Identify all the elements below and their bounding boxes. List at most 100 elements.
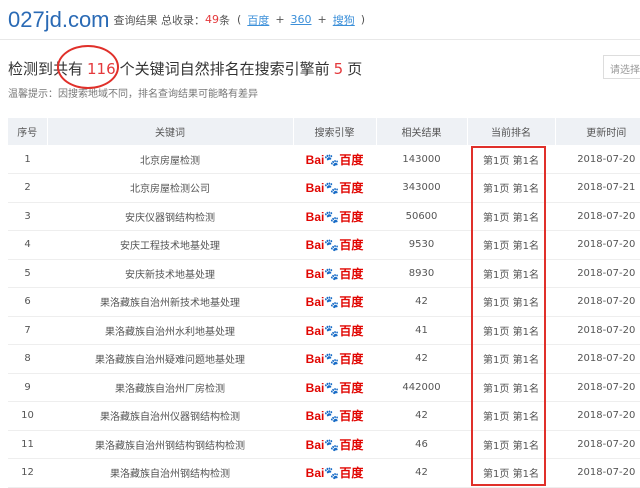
row-updated: 2018-07-20: [555, 458, 640, 488]
row-index: 6: [8, 287, 47, 317]
plus: +: [275, 13, 285, 26]
row-keyword: 果洛藏族自治州钢结构检测: [47, 458, 293, 488]
baidu-paw-icon: 🐾: [324, 266, 340, 281]
baidu-logo: Bai🐾百度: [306, 409, 364, 423]
row-index: 2: [8, 173, 47, 203]
logo-text: Bai: [305, 380, 325, 395]
baidu-paw-icon: 🐾: [324, 352, 340, 367]
logo-text: Bai: [305, 409, 325, 424]
row-results: 42: [376, 401, 467, 431]
row-engine: Bai🐾百度: [293, 373, 376, 402]
baidu-paw-icon: 🐾: [324, 295, 340, 310]
baidu-logo: Bai🐾百度: [306, 238, 364, 252]
logo-text: Bai: [305, 323, 325, 338]
logo-text-cn: 百度: [339, 380, 364, 395]
logo-text: Bai: [305, 152, 325, 167]
page-count: 5: [333, 60, 344, 78]
logo-text-cn: 百度: [339, 152, 364, 167]
row-engine: Bai🐾百度: [293, 230, 376, 260]
baidu-logo: Bai🐾百度: [306, 466, 364, 480]
tip-text: 温馨提示：因搜索地域不同，排名查询结果可能略有差异: [8, 89, 258, 100]
baidu-logo: Bai🐾百度: [306, 438, 364, 452]
row-keyword: 安庆仪器钢结构检测: [47, 202, 293, 231]
row-updated: 2018-07-20: [555, 259, 640, 288]
baidu-paw-icon: 🐾: [324, 323, 340, 338]
row-results: 41: [376, 316, 467, 345]
row-index: 10: [8, 401, 47, 431]
row-keyword: 果洛藏族自治州钢结构钢结构检测: [47, 430, 293, 459]
total-unit: 条: [219, 13, 231, 27]
engine-select[interactable]: 请选择: [603, 55, 640, 79]
row-results: 50600: [376, 202, 467, 231]
plus: +: [317, 13, 327, 26]
summary-middle: 个关键词自然排名在搜索引擎前: [119, 60, 330, 78]
baidu-paw-icon: 🐾: [324, 466, 340, 481]
baidu-paw-icon: 🐾: [324, 181, 340, 196]
col-index: 序号: [8, 118, 48, 145]
logo-text-cn: 百度: [339, 323, 364, 338]
logo-text: Bai: [305, 209, 325, 224]
col-keyword: 关键词: [47, 118, 294, 145]
col-engine: 搜索引擎: [293, 118, 377, 145]
row-updated: 2018-07-20: [555, 401, 640, 431]
row-keyword: 果洛藏族自治州疑难问题地基处理: [47, 344, 293, 374]
logo-text-cn: 百度: [339, 238, 364, 253]
row-engine: Bai🐾百度: [293, 259, 376, 288]
row-updated: 2018-07-20: [555, 202, 640, 231]
baidu-logo: Bai🐾百度: [306, 181, 364, 195]
logo-text-cn: 百度: [339, 266, 364, 281]
baidu-logo: Bai🐾百度: [306, 352, 364, 366]
row-updated: 2018-07-20: [555, 344, 640, 374]
row-index: 1: [8, 145, 47, 174]
col-rank: 当前排名: [467, 118, 556, 145]
logo-text-cn: 百度: [339, 352, 364, 367]
row-keyword: 安庆工程技术地基处理: [47, 230, 293, 260]
site-logo[interactable]: 027jd.com: [8, 7, 110, 33]
row-engine: Bai🐾百度: [293, 430, 376, 459]
logo-text-cn: 百度: [339, 209, 364, 224]
row-updated: 2018-07-20: [555, 230, 640, 260]
total-count: 49: [205, 13, 220, 26]
baidu-logo: Bai🐾百度: [306, 381, 364, 395]
logo-text: Bai: [305, 466, 325, 481]
baidu-paw-icon: 🐾: [324, 152, 340, 167]
link-sogou[interactable]: 搜狗: [333, 12, 355, 28]
header-bar: 027jd.com 查询结果 总收录： 49 条 ( 百度 + 360 + 搜狗…: [0, 0, 640, 40]
query-label: 查询结果: [113, 13, 158, 27]
row-updated: 2018-07-21: [555, 173, 640, 203]
link-360[interactable]: 360: [291, 13, 312, 26]
logo-text: Bai: [305, 181, 325, 196]
baidu-paw-icon: 🐾: [324, 437, 340, 452]
row-index: 8: [8, 344, 47, 374]
link-baidu[interactable]: 百度: [247, 12, 269, 28]
row-results: 8930: [376, 259, 467, 288]
paren-open: (: [237, 13, 242, 26]
row-results: 42: [376, 458, 467, 488]
row-index: 11: [8, 430, 47, 459]
baidu-paw-icon: 🐾: [324, 238, 340, 253]
logo-text: Bai: [305, 437, 325, 452]
baidu-paw-icon: 🐾: [324, 380, 340, 395]
row-keyword: 果洛藏族自治州厂房检测: [47, 373, 293, 402]
row-engine: Bai🐾百度: [293, 145, 376, 174]
row-results: 143000: [376, 145, 467, 174]
row-results: 9530: [376, 230, 467, 260]
row-index: 9: [8, 373, 47, 402]
row-keyword: 果洛藏族自治州新技术地基处理: [47, 287, 293, 317]
row-index: 3: [8, 202, 47, 231]
row-results: 42: [376, 344, 467, 374]
row-engine: Bai🐾百度: [293, 344, 376, 374]
logo-text-cn: 百度: [339, 295, 364, 310]
row-keyword: 北京房屋检测公司: [47, 173, 293, 203]
row-engine: Bai🐾百度: [293, 173, 376, 203]
row-updated: 2018-07-20: [555, 316, 640, 345]
summary-suffix: 页: [347, 60, 363, 78]
row-results: 46: [376, 430, 467, 459]
col-updated: 更新时间: [555, 118, 640, 145]
baidu-logo: Bai🐾百度: [306, 210, 364, 224]
row-engine: Bai🐾百度: [293, 287, 376, 317]
row-engine: Bai🐾百度: [293, 316, 376, 345]
logo-text-cn: 百度: [339, 466, 364, 481]
row-keyword: 果洛藏族自治州仪器钢结构检测: [47, 401, 293, 431]
row-engine: Bai🐾百度: [293, 202, 376, 231]
